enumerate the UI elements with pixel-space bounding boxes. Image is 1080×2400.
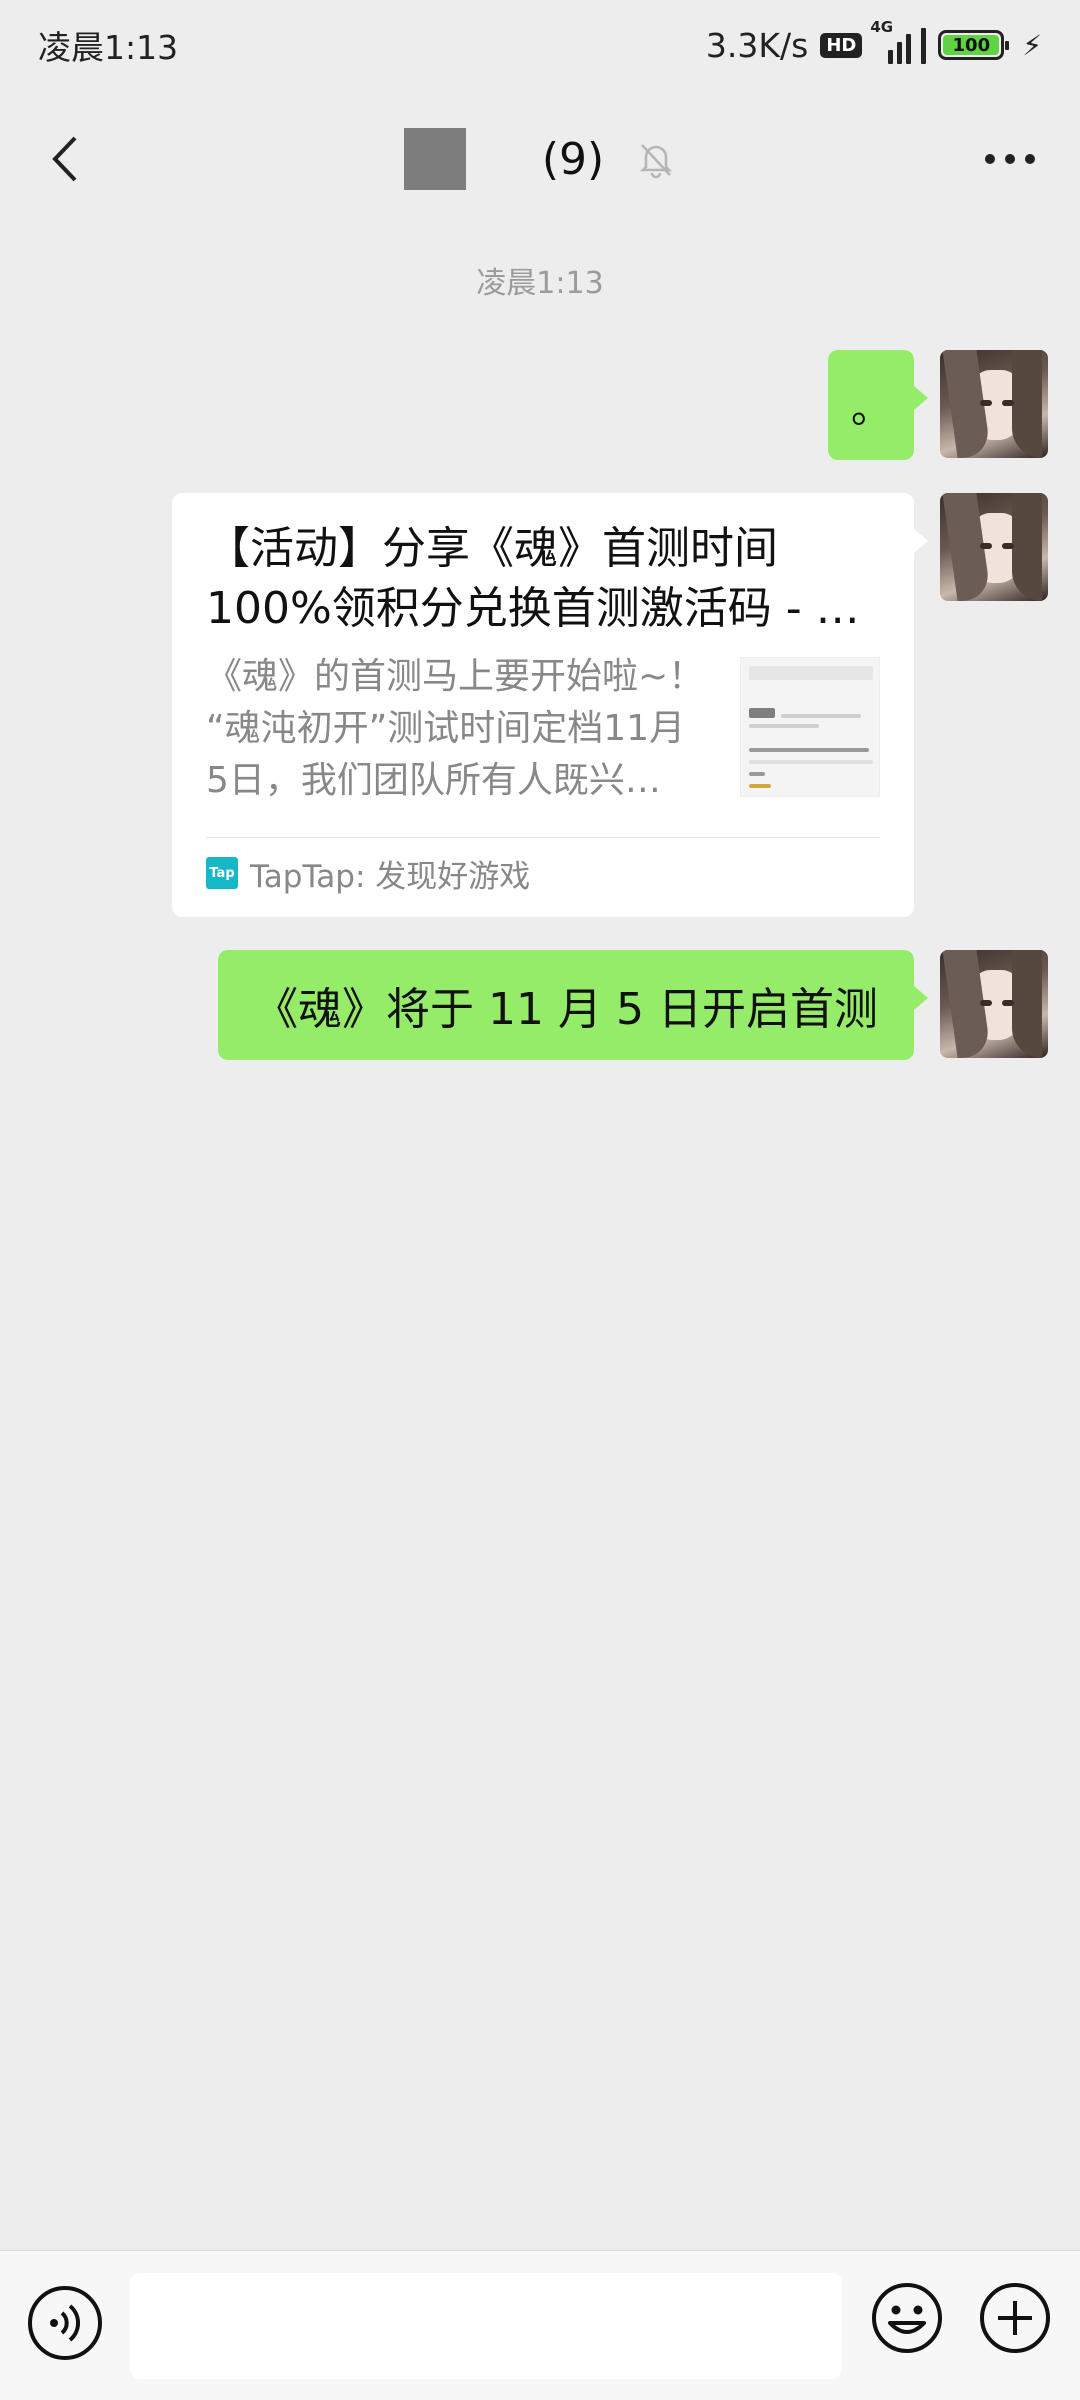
link-card-desc-line: “魂沌初开”测试时间定档11月 xyxy=(206,708,686,749)
link-card[interactable]: 【活动】分享《魂》首测时间 100%领积分兑换首测激活码 - … 《魂》的首测马… xyxy=(172,493,928,917)
link-card-desc-line: 《魂》的首测马上要开始啦~！ xyxy=(206,656,705,697)
chat-timestamp: 凌晨1:13 xyxy=(476,266,604,301)
voice-button[interactable] xyxy=(26,2284,104,2362)
back-arrow-icon xyxy=(52,136,77,182)
link-card-title-line: 100%领积分兑换首测激活码 - … xyxy=(206,583,860,634)
battery-level: 100 xyxy=(952,34,991,56)
message-row: 。 xyxy=(828,350,1048,460)
avatar[interactable] xyxy=(940,493,1048,601)
more-button[interactable] xyxy=(970,124,1050,194)
status-icons: 3.3K/s HD 4G 100 ⚡ xyxy=(705,18,1042,65)
mute-bell-icon xyxy=(640,144,673,179)
avatar[interactable] xyxy=(940,950,1048,1058)
message-row: 【活动】分享《魂》首测时间 100%领积分兑换首测激活码 - … 《魂》的首测马… xyxy=(172,493,1048,917)
input-bar xyxy=(0,2250,1080,2400)
network-type: 4G xyxy=(870,18,894,36)
link-card-title-line: 【活动】分享《魂》首测时间 xyxy=(206,523,778,574)
message-bubble[interactable]: 《魂》将于 11 月 5 日开启首测 xyxy=(218,950,928,1060)
group-avatar xyxy=(403,128,466,190)
net-speed: 3.3K/s xyxy=(705,25,809,65)
voice-icon xyxy=(28,2286,102,2360)
status-bar: 凌晨1:13 3.3K/s HD 4G 100 ⚡ xyxy=(0,0,1080,90)
message-input[interactable] xyxy=(130,2273,842,2379)
link-card-source: Tap TapTap: 发现好游戏 xyxy=(206,838,880,908)
plus-icon xyxy=(980,2283,1050,2353)
link-card-desc-line: 5日，我们团队所有人既兴… xyxy=(206,760,661,801)
message-bubble[interactable]: 。 xyxy=(828,350,928,460)
link-card-body: 《魂》的首测马上要开始啦~！ “魂沌初开”测试时间定档11月 5日，我们团队所有… xyxy=(206,651,880,807)
link-card-source-name: TapTap: 发现好游戏 xyxy=(250,858,531,895)
status-time: 凌晨1:13 xyxy=(38,28,179,67)
back-button[interactable] xyxy=(30,124,100,194)
link-card-thumbnail xyxy=(740,657,880,797)
chat-title: (9) xyxy=(541,133,605,185)
chat-header: (9) xyxy=(0,90,1080,228)
more-icon xyxy=(985,154,1035,164)
avatar[interactable] xyxy=(940,350,1048,458)
more-actions-button[interactable] xyxy=(978,2281,1052,2355)
emoji-icon xyxy=(872,2283,942,2353)
signal-icon: 4G xyxy=(870,18,927,64)
battery-icon: 100 xyxy=(938,30,1010,60)
taptap-logo-icon: Tap xyxy=(206,857,238,889)
link-card-description: 《魂》的首测马上要开始啦~！ “魂沌初开”测试时间定档11月 5日，我们团队所有… xyxy=(206,651,706,807)
emoji-button[interactable] xyxy=(870,2281,944,2355)
charging-icon: ⚡ xyxy=(1022,28,1042,62)
message-row: 《魂》将于 11 月 5 日开启首测 xyxy=(218,950,1048,1060)
chat-title-group[interactable]: (9) xyxy=(403,128,676,190)
link-card-title: 【活动】分享《魂》首测时间 100%领积分兑换首测激活码 - … xyxy=(206,519,880,639)
hd-badge: HD xyxy=(820,32,863,58)
